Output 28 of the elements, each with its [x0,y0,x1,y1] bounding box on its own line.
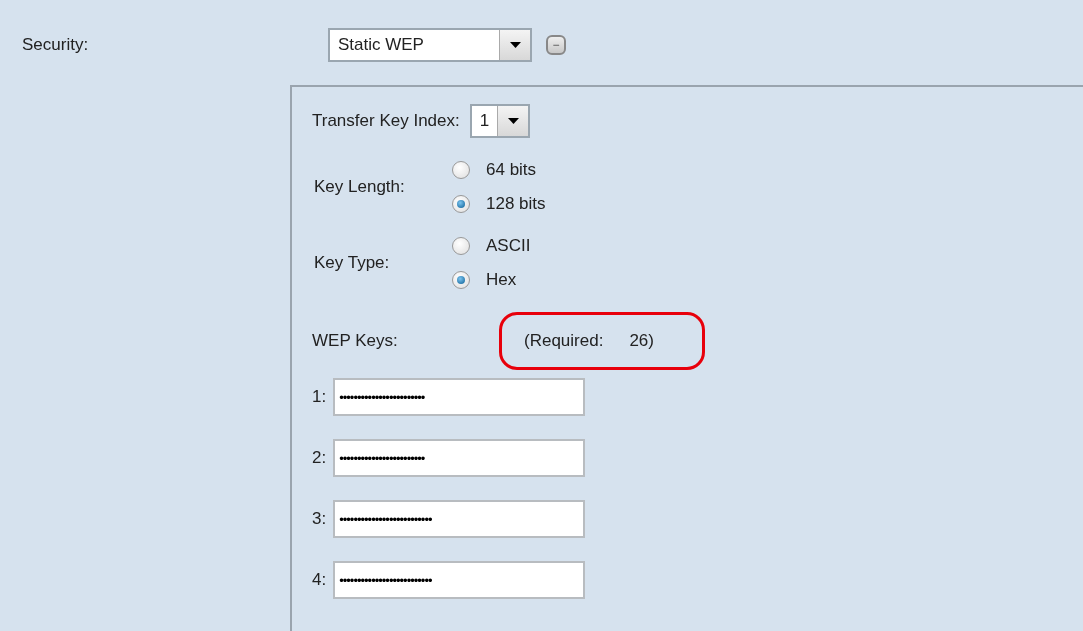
key-label: 3: [312,509,327,529]
radio-label: Hex [486,270,517,290]
key-field[interactable]: •••••••••••••••••••••••• [333,378,586,416]
field-label: Security: [22,35,89,54]
required-value: 26) [629,331,654,351]
collapse-button[interactable]: − [546,35,566,55]
key-label: 2: [312,448,327,468]
radio-button[interactable] [452,161,470,179]
field-label: Transfer Key Index: [312,111,460,131]
radio-button[interactable] [452,271,470,289]
key-field[interactable]: •••••••••••••••••••••••••• [333,500,586,538]
field-label: Key Length: [313,177,406,197]
radio-button[interactable] [452,195,470,213]
security-dropdown[interactable]: Static WEP [328,28,532,62]
caret-icon [507,118,519,124]
key-label: 1: [312,387,327,407]
field-label: WEP Keys: [312,331,399,351]
radio-label: 64 bits [486,160,537,180]
radio-button[interactable] [452,237,470,255]
field-label: Key Type: [313,253,391,273]
key-field[interactable]: •••••••••••••••••••••••••• [333,561,586,599]
key-field[interactable]: •••••••••••••••••••••••• [333,439,586,477]
radio-label: 128 bits [486,194,546,214]
radio-label: ASCII [486,236,531,256]
key-label: 4: [312,570,327,590]
key-index-dropdown[interactable]: 1 [469,104,531,138]
caret-icon [509,42,521,48]
required-label: (Required: [524,331,604,351]
